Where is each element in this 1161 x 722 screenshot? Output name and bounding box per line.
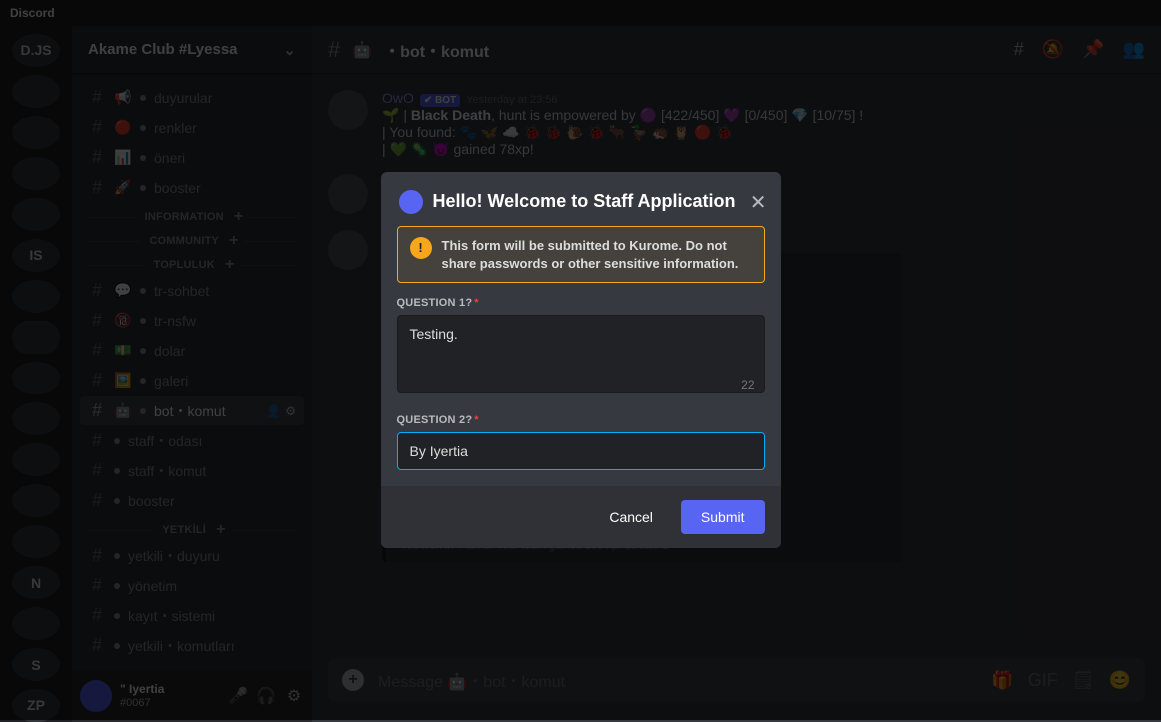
modal-title: Hello! Welcome to Staff Application xyxy=(433,191,736,212)
close-icon[interactable]: ✕ xyxy=(750,190,767,215)
char-counter: 22 xyxy=(741,378,754,392)
question-2-input[interactable] xyxy=(397,432,765,470)
cancel-button[interactable]: Cancel xyxy=(589,500,673,534)
warning-banner: ! This form will be submitted to Kurome.… xyxy=(397,226,765,283)
modal-overlay: Hello! Welcome to Staff Application ✕ ! … xyxy=(0,0,1161,720)
submit-button[interactable]: Submit xyxy=(681,500,765,534)
question-1-label: QUESTION 1?* xyxy=(397,297,765,309)
modal-avatar xyxy=(399,190,423,214)
question-1-input[interactable] xyxy=(397,315,765,393)
question-2-label: QUESTION 2?* xyxy=(397,414,765,426)
staff-application-modal: Hello! Welcome to Staff Application ✕ ! … xyxy=(381,172,781,548)
warning-icon: ! xyxy=(410,237,432,259)
